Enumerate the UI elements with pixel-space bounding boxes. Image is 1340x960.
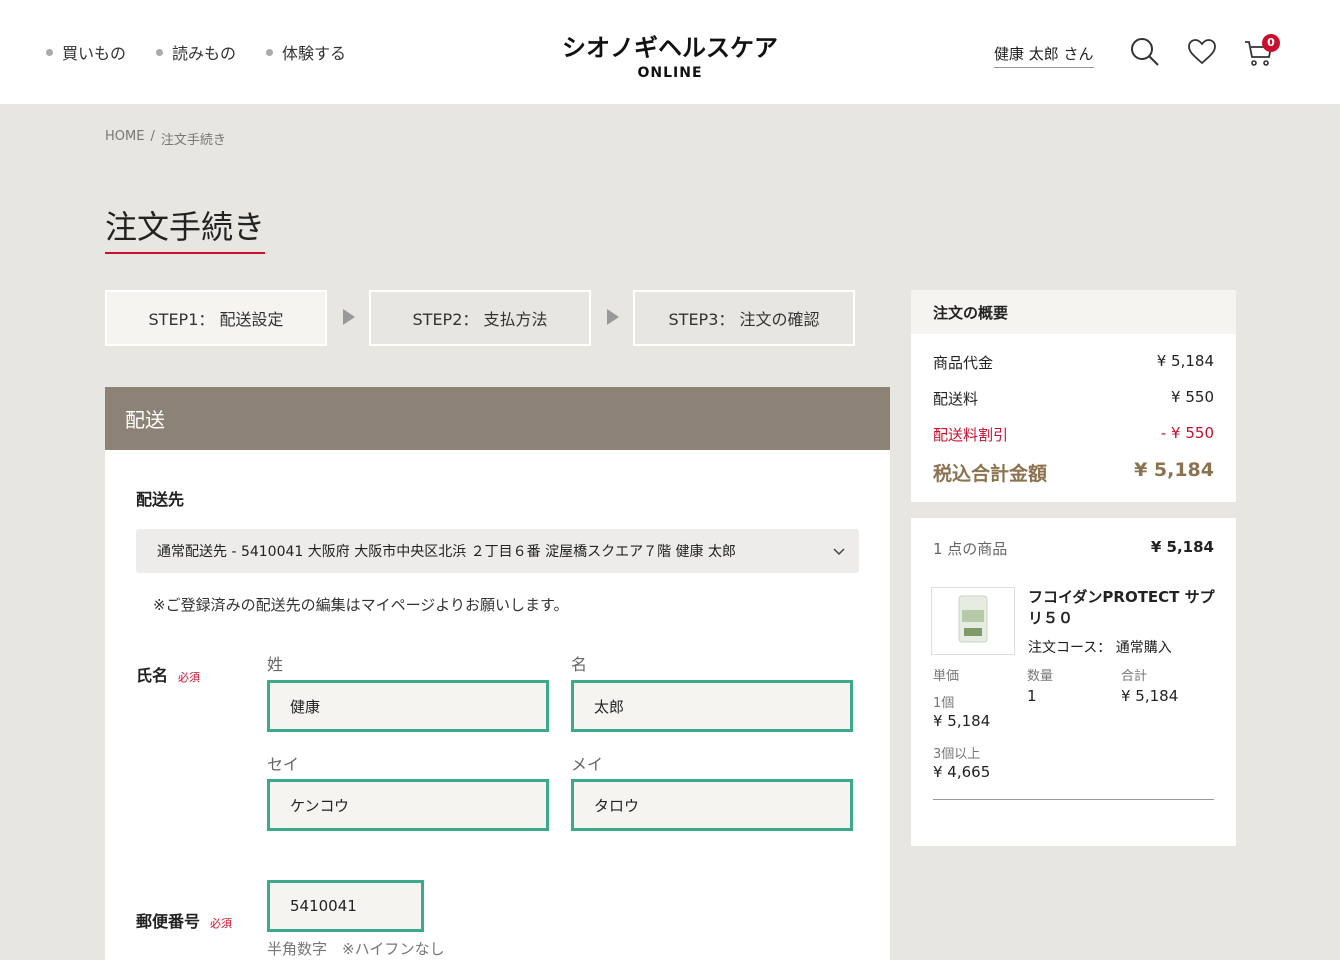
step-arrow-icon [343,309,355,325]
destination-note: ※ご登録済みの配送先の編集はマイページよりお願いします。 [153,596,569,614]
breadcrumb-current: 注文手続き [160,133,226,148]
nav-label: 読みもの [172,44,237,63]
logo-main: シオノギヘルスケア [562,34,778,62]
product-name[interactable]: フコイダンPROTECT サプリ５０ [1028,587,1218,629]
items-total: ¥ 5,184 [1150,538,1214,556]
order-summary-title: 注文の概要 [911,290,1236,334]
tier1-label: 1個 [933,696,955,711]
name-label: 氏名 必須 [136,662,200,686]
last-kana-label: セイ [267,755,300,774]
site-header: 買いもの 読みもの 体験する シオノギヘルスケア ONLINE 健康 太郎 さん… [0,0,1340,104]
summary-value: ¥ 5,184 [1156,352,1214,370]
item-count: 1 点の商品 [933,540,1008,558]
first-name-label: 名 [571,655,588,674]
product-thumbnail[interactable] [931,587,1015,655]
user-name-link[interactable]: 健康 太郎 さん [994,43,1094,68]
summary-label: 配送料割引 [933,426,1009,444]
breadcrumb-home[interactable]: HOME [105,129,144,148]
destination-select[interactable]: 通常配送先 - 5410041 大阪府 大阪市中央区北浜 ２丁目６番 淀屋橋スク… [136,529,859,573]
subtotal-value: ¥ 5,184 [1121,687,1179,705]
postal-label-text: 郵便番号 [136,912,201,931]
divider [933,799,1214,800]
cart-items: 1 点の商品 ¥ 5,184 フコイダンPROTECT サプリ５０ 注文コース：… [911,518,1236,846]
order-summary: 注文の概要 商品代金 ¥ 5,184 配送料 ¥ 550 配送料割引 - ¥ 5… [911,290,1236,502]
postal-label: 郵便番号 必須 [136,908,232,932]
search-icon[interactable] [1129,36,1161,68]
last-kana-input[interactable]: ケンコウ [267,779,549,831]
tier1-price: ¥ 5,184 [933,712,991,730]
breadcrumb-separator: / [150,129,155,144]
summary-row-total: 税込合計金額 ¥ 5,184 [933,459,1214,486]
bullet-icon [46,48,53,56]
tier2-label: 3個以上 [933,747,981,762]
summary-total-value: ¥ 5,184 [1134,459,1214,481]
chevron-down-icon [831,543,847,559]
bullet-icon [266,48,274,56]
heart-icon[interactable] [1186,36,1218,68]
logo-sub: ONLINE [637,65,703,81]
site-logo[interactable]: シオノギヘルスケア ONLINE [560,28,780,81]
nav-label: 買いもの [62,44,127,63]
nav-item-reading[interactable]: 読みもの [156,40,236,64]
step-2: STEP2： 支払方法 [369,290,591,346]
tier2-price: ¥ 4,665 [933,763,991,781]
summary-label: 商品代金 [933,354,994,372]
postal-code-input[interactable]: 5410041 [267,880,424,932]
destination-label: 配送先 [136,490,185,509]
postal-hint: 半角数字 ※ハイフンなし [267,940,445,958]
quantity-value: 1 [1027,687,1037,705]
required-badge: 必須 [210,917,233,930]
quantity-label: 数量 [1027,669,1054,684]
breadcrumb: HOME / 注文手続き [105,129,226,148]
subtotal-label: 合計 [1121,669,1148,684]
required-badge: 必須 [178,671,201,684]
product-course: 注文コース： 通常購入 [1028,640,1172,656]
bullet-icon [156,48,164,56]
last-name-input[interactable]: 健康 [267,680,549,732]
last-name-label: 姓 [267,655,284,674]
summary-row-subtotal: 商品代金 ¥ 5,184 [933,352,1214,373]
shipping-section: 配送先 通常配送先 - 5410041 大阪府 大阪市中央区北浜 ２丁目６番 淀… [105,450,890,960]
shipping-section-header: 配送 [105,387,890,450]
summary-value: - ¥ 550 [1160,424,1214,442]
step-1: STEP1： 配送設定 [105,290,327,346]
summary-total-label: 税込合計金額 [933,463,1048,485]
nav-item-shopping[interactable]: 買いもの [46,40,126,64]
main-nav: 買いもの 読みもの 体験する [46,40,346,64]
summary-row-discount: 配送料割引 - ¥ 550 [933,424,1214,445]
cart-items-header: 1 点の商品 ¥ 5,184 [933,538,1214,559]
summary-label: 配送料 [933,390,979,408]
destination-value: 通常配送先 - 5410041 大阪府 大阪市中央区北浜 ２丁目６番 淀屋橋スク… [157,544,737,560]
summary-row-shipping: 配送料 ¥ 550 [933,388,1214,409]
page-title: 注文手続き [105,202,266,254]
first-kana-input[interactable]: タロウ [571,779,853,831]
name-label-text: 氏名 [136,666,169,685]
cart-count-badge: 0 [1262,34,1280,52]
nav-item-experience[interactable]: 体験する [266,40,346,64]
summary-value: ¥ 550 [1171,388,1214,406]
nav-label: 体験する [282,44,347,63]
step-3: STEP3： 注文の確認 [633,290,855,346]
unit-price-label: 単価 [933,669,960,684]
first-name-input[interactable]: 太郎 [571,680,853,732]
first-kana-label: メイ [571,755,604,774]
step-arrow-icon [607,309,619,325]
